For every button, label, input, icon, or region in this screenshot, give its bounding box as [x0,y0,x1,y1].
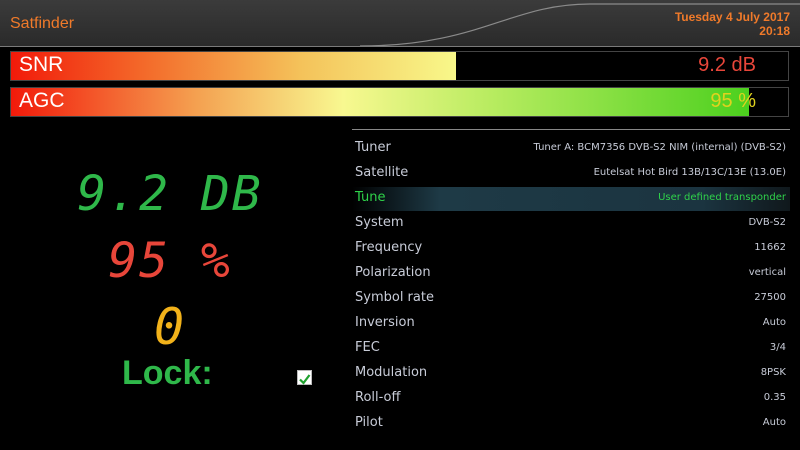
detail-label: System [355,215,404,230]
detail-row-inversion[interactable]: Inversion Auto [352,312,790,336]
title-bar: Satfinder Tuesday 4 July 2017 20:18 [0,0,800,47]
date-label: Tuesday 4 July 2017 [674,10,790,24]
agc-bar-value: 95 % [710,90,756,112]
detail-row-tune[interactable]: Tune User defined transponder [352,187,790,211]
detail-row-tuner[interactable]: Tuner Tuner A: BCM7356 DVB-S2 NIM (intern… [352,137,790,161]
detail-row-satellite[interactable]: Satellite Eutelsat Hot Bird 13B/13C/13E (… [352,162,790,186]
detail-value: Eutelsat Hot Bird 13B/13C/13E (13.0E) [593,167,786,178]
agc-bar-label: AGC [19,89,65,112]
agc-bar-fill [11,88,750,116]
detail-value: 3/4 [769,342,786,353]
detail-label: Frequency [355,240,423,255]
check-icon [299,374,311,385]
detail-value: Auto [762,417,786,428]
detail-label: Inversion [355,315,415,330]
detail-label: Modulation [355,365,428,380]
detail-row-polarization[interactable]: Polarization vertical [352,262,790,286]
app-title: Satfinder [10,15,75,32]
detail-label: Polarization [355,265,431,280]
detail-value: Tuner A: BCM7356 DVB-S2 NIM (internal) (… [533,142,787,153]
snr-bar: SNR 9.2 dB [10,51,789,81]
date-time: Tuesday 4 July 2017 20:18 [675,10,790,38]
detail-value: 0.35 [763,392,786,403]
detail-label: Roll-off [355,390,401,405]
snr-readout: 9.2 DB [77,166,263,222]
detail-row-roll-off[interactable]: Roll-off 0.35 [352,387,790,411]
detail-value: vertical [748,267,786,278]
detail-label: Tuner [355,140,391,155]
detail-label: Tune [355,190,386,205]
lock-checkbox [297,370,312,385]
detail-label: Satellite [355,165,409,180]
lock-label: Lock: [122,354,213,392]
detail-value: DVB-S2 [748,217,786,228]
detail-row-pilot[interactable]: Pilot Auto [352,412,790,436]
detail-label: Pilot [355,415,383,430]
details-divider [352,129,790,130]
detail-row-symbol-rate[interactable]: Symbol rate 27500 [352,287,790,311]
ber-readout: 0 [153,298,187,356]
time-label: 20:18 [759,24,790,38]
agc-bar: AGC 95 % [10,87,789,117]
detail-value: User defined transponder [658,192,786,203]
detail-value: 27500 [754,292,786,303]
detail-value: 8PSK [760,367,786,378]
detail-row-fec[interactable]: FEC 3/4 [352,337,790,361]
snr-bar-label: SNR [19,53,64,76]
snr-bar-fill [11,52,457,80]
detail-label: FEC [355,340,380,355]
agc-readout: 95 % [108,233,232,289]
snr-bar-value: 9.2 dB [698,54,756,76]
detail-label: Symbol rate [355,290,434,305]
detail-row-modulation[interactable]: Modulation 8PSK [352,362,790,386]
detail-value: 11662 [754,242,786,253]
detail-value: Auto [762,317,786,328]
detail-row-frequency[interactable]: Frequency 11662 [352,237,790,261]
detail-row-system[interactable]: System DVB-S2 [352,212,790,236]
